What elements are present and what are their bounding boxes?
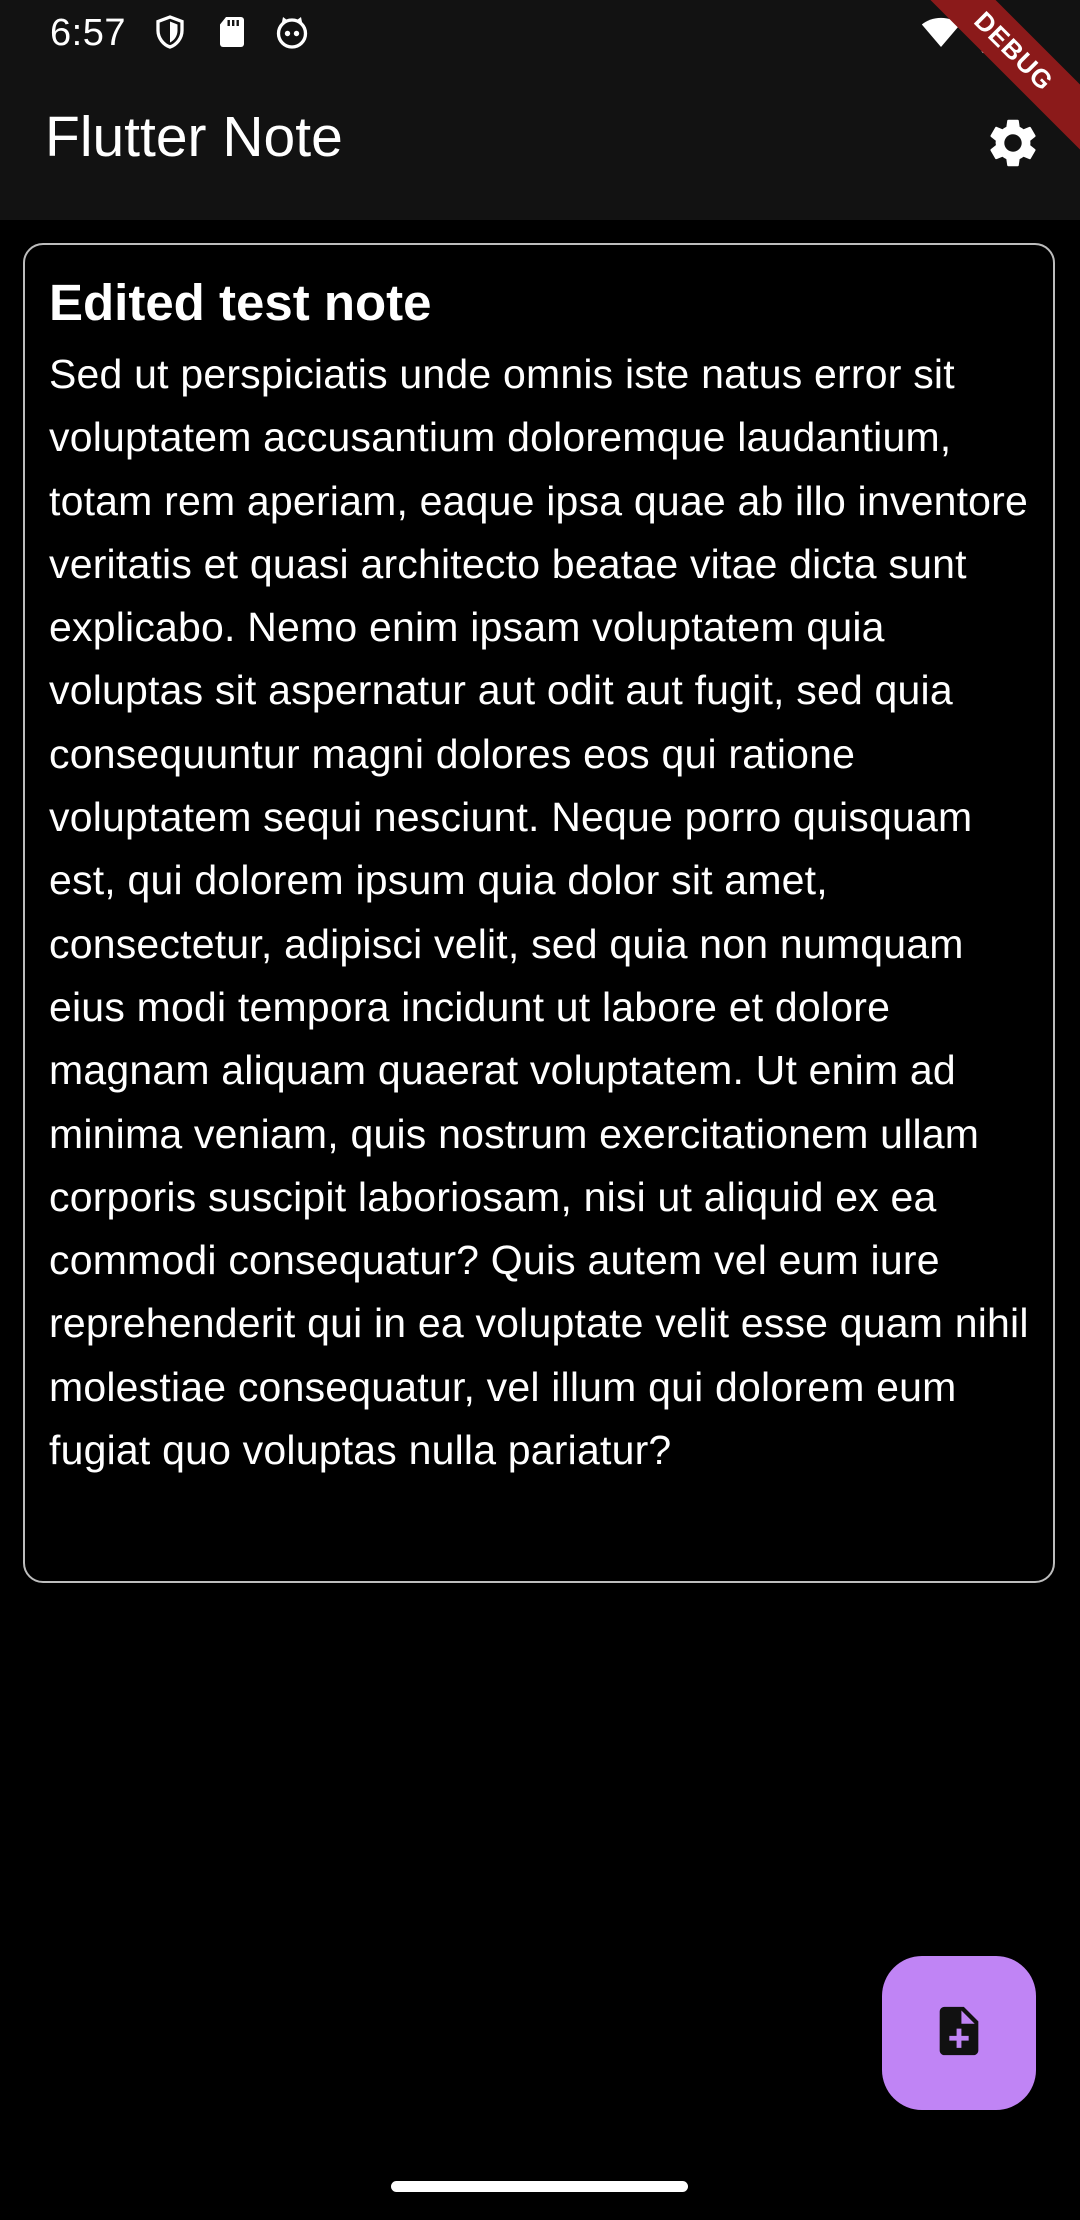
status-time: 6:57 — [50, 12, 126, 54]
gesture-handle[interactable] — [391, 2181, 688, 2192]
status-bar: 6:57 — [0, 0, 1080, 66]
settings-button[interactable] — [976, 108, 1050, 182]
gear-icon — [984, 114, 1042, 177]
note-title: Edited test note — [49, 274, 432, 331]
note-card[interactable]: Edited test note Sed ut perspiciatis und… — [23, 243, 1055, 1583]
app-bar: Flutter Note — [0, 66, 1080, 220]
app-title: Flutter Note — [45, 105, 343, 169]
note-body: Sed ut perspiciatis unde omnis iste natu… — [49, 351, 1029, 1474]
cat-face-icon — [274, 14, 310, 50]
sd-card-icon — [214, 14, 250, 50]
note-add-icon — [930, 2002, 988, 2065]
shield-icon — [152, 14, 188, 50]
add-note-button[interactable] — [882, 1956, 1036, 2110]
app-screen: 6:57 Flutter Note DEBUG Edited test note… — [0, 0, 1080, 2220]
